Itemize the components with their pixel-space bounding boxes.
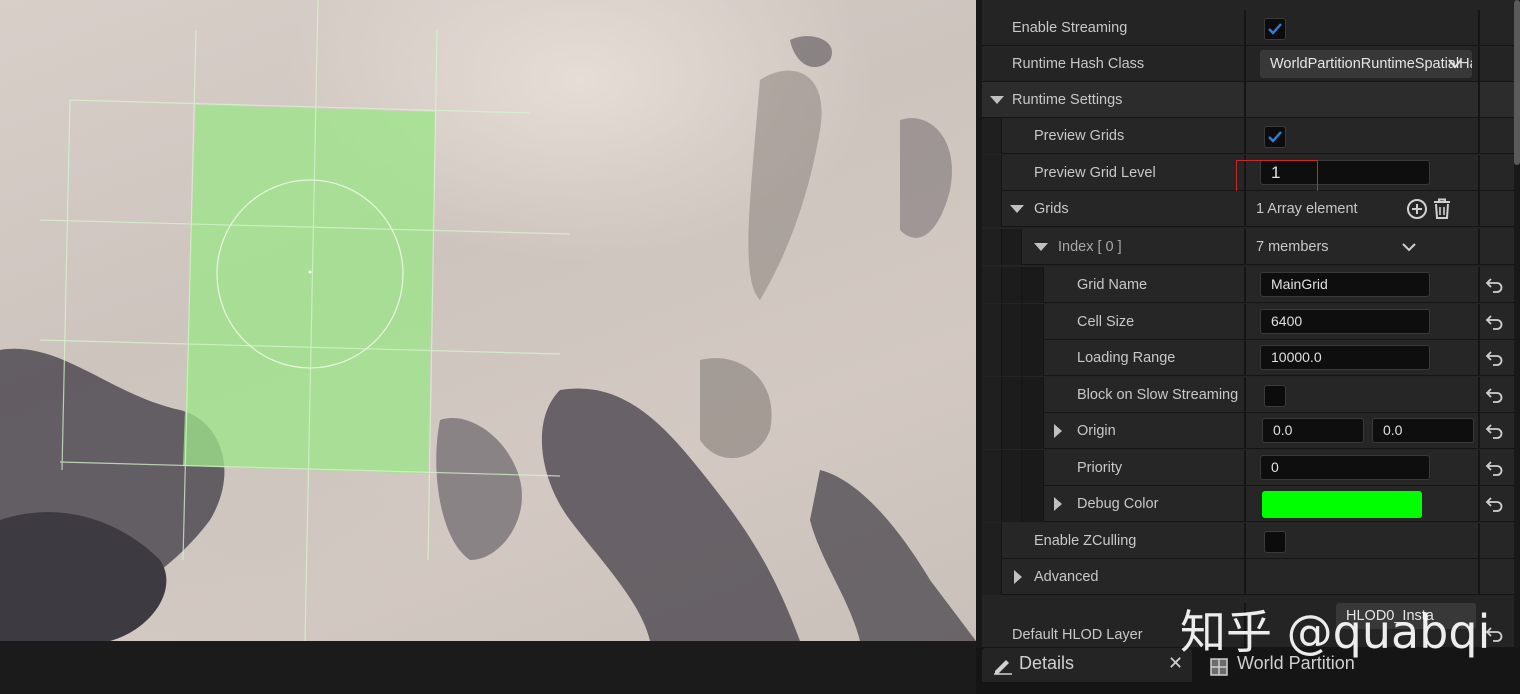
landscape-render [0, 0, 976, 641]
expand-arrow-icon[interactable] [990, 96, 1004, 104]
reset-to-default-icon[interactable] [1484, 386, 1504, 404]
row-enable-zculling: Enable ZCulling [982, 523, 1514, 559]
row-priority: Priority 0 [982, 450, 1514, 486]
array-index-label: Index [ 0 ] [1058, 239, 1122, 255]
reset-to-default-icon[interactable] [1484, 349, 1504, 367]
debug-color-swatch[interactable] [1262, 491, 1422, 518]
tab-details[interactable]: Details ✕ [982, 648, 1192, 682]
enable-streaming-checkbox[interactable] [1264, 18, 1286, 40]
grid-name-input[interactable]: MainGrid [1260, 272, 1430, 297]
details-property-list: Enable Streaming Runtime Hash Class Worl… [982, 0, 1514, 648]
origin-y-input[interactable]: 0.0 [1372, 418, 1474, 443]
origin-x-input[interactable]: 0.0 [1262, 418, 1364, 443]
preview-grids-checkbox[interactable] [1264, 126, 1286, 148]
reset-to-default-icon[interactable] [1484, 459, 1504, 477]
priority-input[interactable]: 0 [1260, 455, 1430, 480]
property-label: Grid Name [1077, 277, 1148, 293]
property-label: Debug Color [1077, 496, 1159, 512]
property-label: Runtime Hash Class [1012, 56, 1145, 72]
property-label: Enable Streaming [1012, 20, 1128, 36]
reset-to-default-icon[interactable] [1484, 313, 1504, 331]
property-label: Cell Size [1077, 314, 1135, 330]
chevron-down-icon[interactable] [1402, 229, 1416, 269]
details-scrollbar[interactable] [1514, 0, 1520, 165]
row-preview-grids: Preview Grids [982, 118, 1514, 154]
property-label: Preview Grid Level [1034, 165, 1156, 181]
row-grid-name: Grid Name MainGrid [982, 267, 1514, 303]
pencil-icon [992, 654, 1014, 684]
delete-all-icon[interactable] [1432, 198, 1452, 224]
row-origin: Origin 0.0 0.0 [982, 413, 1514, 449]
property-label: Origin [1077, 423, 1116, 439]
cell-size-input[interactable]: 6400 [1260, 309, 1430, 334]
row-index-0: Index [ 0 ] 7 members [982, 229, 1514, 265]
check-icon [1268, 23, 1282, 35]
details-panel: Enable Streaming Runtime Hash Class Worl… [976, 0, 1520, 694]
reset-to-default-icon[interactable] [1484, 276, 1504, 294]
chevron-down-icon [1448, 50, 1462, 78]
array-count: 1 Array element [1256, 201, 1358, 217]
world-partition-icon [1210, 655, 1228, 685]
row-debug-color: Debug Color [982, 486, 1514, 522]
block-on-slow-streaming-checkbox[interactable] [1264, 385, 1286, 407]
property-label: Enable ZCulling [1034, 533, 1137, 549]
highlight-box [1236, 160, 1318, 192]
dropdown-value: WorldPartitionRuntimeSpatialHash [1270, 56, 1472, 72]
property-label: Grids [1034, 201, 1069, 217]
reset-to-default-icon[interactable] [1484, 422, 1504, 440]
expand-arrow-icon[interactable] [1034, 243, 1048, 251]
runtime-hash-class-dropdown[interactable]: WorldPartitionRuntimeSpatialHash [1260, 50, 1472, 78]
members-count: 7 members [1256, 239, 1329, 255]
tab-label: Details [1019, 653, 1075, 673]
level-viewport[interactable] [0, 0, 976, 641]
expand-arrow-icon[interactable] [1054, 497, 1062, 511]
reset-to-default-icon[interactable] [1484, 495, 1504, 513]
property-label: Block on Slow Streaming [1077, 387, 1239, 403]
watermark: 知乎 @quabqi [1180, 605, 1491, 659]
row-loading-range: Loading Range 10000.0 [982, 340, 1514, 376]
row-grids: Grids 1 Array element [982, 191, 1514, 227]
row-advanced[interactable]: Advanced [982, 559, 1514, 595]
add-element-icon[interactable] [1406, 198, 1428, 224]
check-icon [1268, 131, 1282, 143]
category-runtime-settings[interactable]: Runtime Settings [982, 82, 1514, 118]
viewport-bottom-bar [0, 641, 976, 694]
loading-range-input[interactable]: 10000.0 [1260, 345, 1430, 370]
expand-arrow-icon[interactable] [1010, 205, 1024, 213]
property-label: Priority [1077, 460, 1123, 476]
enable-zculling-checkbox[interactable] [1264, 531, 1286, 553]
property-label: Preview Grids [1034, 128, 1125, 144]
row-preview-grid-level: Preview Grid Level 1 [982, 155, 1514, 192]
property-label: Advanced [1034, 569, 1099, 585]
expand-arrow-icon[interactable] [1054, 424, 1062, 438]
property-label: Default HLOD Layer [1012, 627, 1143, 643]
category-label: Runtime Settings [1012, 92, 1123, 108]
row-cell-size: Cell Size 6400 [982, 304, 1514, 340]
row-block-on-slow-streaming: Block on Slow Streaming [982, 377, 1514, 413]
row-runtime-hash-class: Runtime Hash Class WorldPartitionRuntime… [982, 46, 1514, 82]
property-label: Loading Range [1077, 350, 1176, 366]
expand-arrow-icon[interactable] [1014, 570, 1022, 584]
row-enable-streaming: Enable Streaming [982, 10, 1514, 46]
